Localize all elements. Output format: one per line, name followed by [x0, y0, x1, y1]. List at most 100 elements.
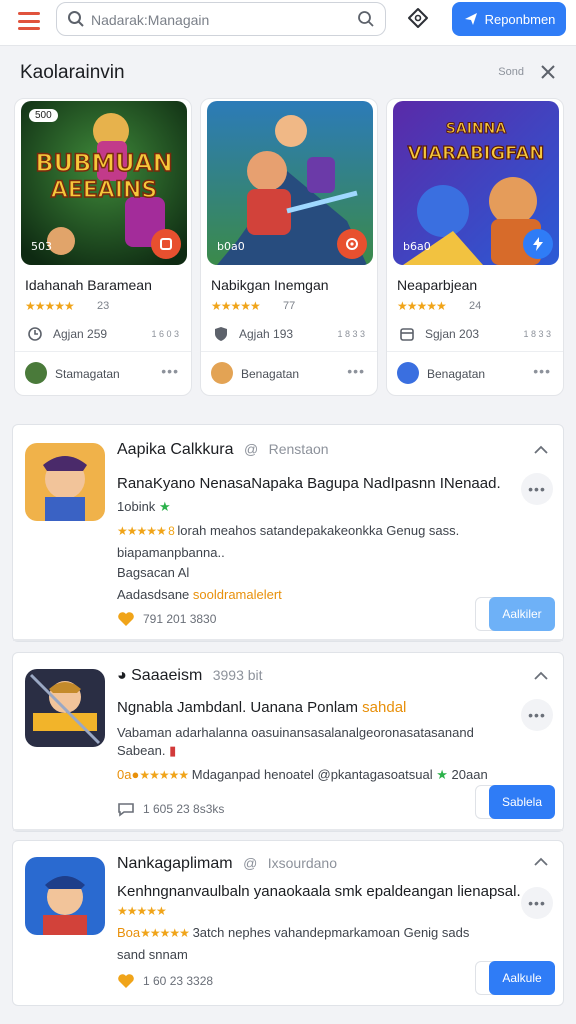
calendar-icon — [400, 328, 414, 341]
card-title[interactable]: Nabikgan Inemgan — [211, 277, 329, 293]
shield-icon — [215, 327, 227, 341]
game-thumbnail[interactable]: b0a0 — [207, 101, 373, 265]
send-icon — [464, 13, 477, 25]
heart-icon[interactable] — [117, 973, 135, 989]
card-author[interactable]: Benagatan — [241, 367, 299, 381]
post-label: Aadasdsane — [117, 587, 190, 602]
diamond-icon[interactable] — [406, 6, 430, 30]
thumb-title-line-2: VIARABIGFAN — [408, 143, 545, 164]
search-submit-icon[interactable] — [357, 10, 375, 28]
game-card[interactable]: b0a0 Nabikgan Inemgan ★★★★★ 77 Agjah 193… — [200, 98, 378, 396]
post-tag: 0a● — [117, 767, 140, 782]
avatar[interactable] — [25, 362, 47, 384]
more-options-icon[interactable]: ••• — [161, 363, 179, 379]
search-field[interactable]: Nadarak:Managain — [56, 2, 386, 36]
post-header: ◕ Saaaeism 3993 bit — [117, 667, 263, 685]
more-options-icon[interactable]: ••• — [533, 363, 551, 379]
feed-post: Nankagaplimam @ Ixsourdano Kenhngnanvaul… — [12, 840, 564, 1006]
post-author[interactable]: Saaaeism — [131, 667, 202, 684]
post-stars: ★★★★★ — [117, 904, 167, 918]
card-title[interactable]: Neaparbjean — [397, 277, 477, 293]
card-author[interactable]: Benagatan — [427, 367, 485, 381]
bookmark-icon: ▮ — [169, 743, 177, 758]
action-button[interactable]: Aalkiler — [489, 597, 555, 631]
search-input[interactable]: Nadarak:Managain — [91, 12, 209, 28]
more-options-icon[interactable]: ••• — [521, 473, 553, 505]
app-icon[interactable] — [25, 857, 105, 935]
publish-button-label: Reponbmen — [484, 11, 556, 27]
post-author[interactable]: Aapika Calkkura — [117, 441, 234, 458]
chevron-up-icon[interactable] — [533, 443, 549, 455]
card-count: 1 8 3 3 — [523, 329, 551, 339]
post-header: Nankagaplimam @ Ixsourdano — [117, 855, 337, 873]
card-stars: ★★★★★ — [211, 299, 261, 313]
post-body-line: sand snnam — [117, 947, 188, 962]
post-body: Boa★★★★★ 3atch nephes vahandepmarkamoan … — [117, 925, 469, 940]
game-thumbnail[interactable]: BUBMUAN AEEAINS 500 503 — [21, 101, 187, 265]
card-rating: 23 — [97, 300, 110, 312]
card-rating: 77 — [283, 300, 296, 312]
game-card[interactable]: SAINNA VIARABIGFAN b6a0 Neaparbjean ★★★★… — [386, 98, 564, 396]
chevron-up-icon[interactable] — [533, 855, 549, 867]
post-footer: 791 201 3830 — [117, 611, 216, 627]
comment-icon[interactable] — [117, 801, 135, 817]
thumb-title-line-2: AEEAINS — [51, 178, 158, 203]
post-stats: 1 605 23 8s3ks — [143, 802, 225, 816]
action-button[interactable]: Sablela — [489, 785, 555, 819]
post-body-line: Aadasdsane sooldramalelert — [117, 587, 282, 602]
section-subtitle[interactable]: Sond — [498, 66, 524, 78]
card-count: 1 6 0 3 — [151, 329, 179, 339]
game-thumbnail[interactable]: SAINNA VIARABIGFAN b6a0 — [393, 101, 559, 265]
thumb-title-line-1: SAINNA — [446, 121, 507, 137]
divider — [15, 351, 191, 352]
lightning-icon[interactable] — [523, 229, 553, 259]
post-handle[interactable]: Ixsourdano — [268, 855, 337, 871]
chevron-up-icon[interactable] — [533, 669, 549, 681]
post-stars-line: ★★★★★ — [117, 903, 167, 918]
thumb-top-tag: 500 — [29, 109, 58, 122]
post-body-line: biapamanpbanna.. — [117, 545, 225, 560]
post-stars: ★★★★★ 8 — [117, 524, 175, 538]
at-icon: @ — [243, 855, 258, 871]
clock-icon — [28, 327, 42, 341]
post-title-highlight[interactable]: sahdal — [362, 699, 406, 716]
publish-button[interactable]: Reponbmen — [452, 2, 566, 36]
avatar[interactable] — [397, 362, 419, 384]
post-title: RanaKyano NenasaNapaka Bagupa NadIpasnn … — [117, 475, 501, 492]
thumb-tag: 503 — [31, 240, 52, 253]
section-gap — [0, 404, 576, 418]
more-options-icon[interactable]: ••• — [347, 363, 365, 379]
thumb-tag: b0a0 — [217, 240, 245, 253]
post-body-text: Sabean. — [117, 743, 166, 758]
post-handle[interactable]: 3993 bit — [213, 667, 263, 683]
settings-gear-icon[interactable] — [337, 229, 367, 259]
post-handle[interactable]: Renstaon — [269, 441, 329, 457]
section-title: Kaolarainvin — [20, 62, 125, 83]
app-icon[interactable] — [25, 443, 105, 521]
app-icon[interactable] — [25, 669, 105, 747]
post-author[interactable]: Nankagaplimam — [117, 855, 233, 872]
action-button[interactable]: Aalkule — [489, 961, 555, 995]
close-icon[interactable] — [538, 62, 558, 82]
more-options-icon[interactable]: ••• — [521, 887, 553, 919]
post-stars: ★★★★★ — [140, 926, 190, 940]
post-footer: 1 605 23 8s3ks — [117, 801, 224, 817]
menu-icon[interactable] — [18, 12, 40, 30]
more-options-icon[interactable]: ••• — [521, 699, 553, 731]
game-card[interactable]: BUBMUAN AEEAINS 500 503 Idahanah Baramea… — [14, 98, 192, 396]
post-body-text: Mdaganpad henoatel @pkantagasoatsual — [191, 767, 433, 782]
avatar[interactable] — [211, 362, 233, 384]
post-body-text: lorah meahos satandepakakeonkka Genug sa… — [177, 523, 460, 538]
post-tagline: 1obink ★ — [117, 499, 171, 515]
post-tag: Boa — [117, 925, 141, 940]
post-body-tail: 20aan — [451, 767, 488, 782]
post-highlight[interactable]: sooldramalelert — [193, 587, 282, 602]
card-title[interactable]: Idahanah Baramean — [25, 277, 152, 293]
feed-post: ◕ Saaaeism 3993 bit Ngnabla Jambdanl. Ua… — [12, 652, 564, 832]
heart-icon[interactable] — [117, 611, 135, 627]
at-icon: @ — [243, 441, 259, 457]
post-body-text: 3atch nephes vahandepmarkamoan Genig sad… — [192, 925, 470, 940]
bookmark-icon[interactable] — [151, 229, 181, 259]
card-meta: Agjah 193 — [239, 327, 294, 341]
card-author[interactable]: Stamagatan — [55, 367, 120, 381]
